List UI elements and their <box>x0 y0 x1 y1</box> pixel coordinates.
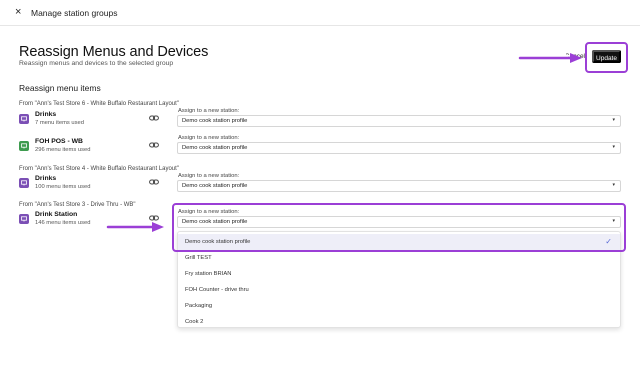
option-label: Fry station BRIAN <box>185 271 232 277</box>
station-menu-count: 100 menu items used <box>35 184 91 190</box>
station-name: FOH POS - WB <box>35 138 83 145</box>
dropdown-option[interactable]: FOH Counter - drive thru <box>178 282 620 298</box>
group-from-label: From "Ann's Test Store 6 - White Buffalo… <box>19 101 179 107</box>
select-value: Demo cook station profile <box>182 118 248 124</box>
select-value: Demo cook station profile <box>182 183 248 189</box>
page-title: Reassign Menus and Devices <box>19 44 209 60</box>
station-name: Drinks <box>35 111 57 118</box>
annotation-arrow-assign <box>106 222 164 232</box>
page-subtitle: Reassign menus and devices to the select… <box>19 60 174 67</box>
dialog-title: Manage station groups <box>31 8 118 18</box>
dropdown-option[interactable]: Fry station BRIAN <box>178 266 620 282</box>
caret-down-icon: ▾ <box>612 117 615 123</box>
monitor-icon <box>19 114 29 124</box>
assign-label: Assign to a new station: <box>178 135 240 141</box>
update-highlight-box <box>585 42 628 73</box>
group-from-label: From "Ann's Test Store 3 - Drive Thru - … <box>19 202 136 208</box>
dialog-header: × Manage station groups <box>0 0 640 26</box>
caret-down-icon: ▾ <box>612 144 615 150</box>
group-from-label: From "Ann's Test Store 4 - White Buffalo… <box>19 166 179 172</box>
close-icon[interactable]: × <box>15 7 21 18</box>
link-icon[interactable] <box>149 178 159 186</box>
assign-highlight-box <box>172 203 626 252</box>
monitor-icon <box>19 178 29 188</box>
station-select[interactable]: Demo cook station profile ▾ <box>177 142 621 154</box>
station-select[interactable]: Demo cook station profile ▾ <box>177 115 621 127</box>
monitor-icon <box>19 214 29 224</box>
dropdown-option[interactable]: Cook 2 <box>178 314 620 330</box>
link-icon[interactable] <box>149 114 159 122</box>
link-icon[interactable] <box>149 141 159 149</box>
section-heading: Reassign menu items <box>19 83 101 93</box>
station-name: Drink Station <box>35 211 78 218</box>
station-menu-count: 146 menu items used <box>35 220 91 226</box>
station-name: Drinks <box>35 175 57 182</box>
monitor-icon <box>19 141 29 151</box>
select-value: Demo cook station profile <box>182 145 248 151</box>
dropdown-option[interactable]: Packaging <box>178 298 620 314</box>
annotation-arrow-update <box>518 53 582 63</box>
station-menu-count: 7 menu items used <box>35 120 84 126</box>
option-label: Packaging <box>185 303 213 309</box>
station-row: Drinks 100 menu items used <box>19 175 159 195</box>
option-label: Cook 2 <box>185 319 204 325</box>
assign-label: Assign to a new station: <box>178 108 240 114</box>
option-label: FOH Counter - drive thru <box>185 287 249 293</box>
caret-down-icon: ▾ <box>612 182 615 188</box>
dropdown-option[interactable]: Grill TEST <box>178 250 620 266</box>
option-label: Grill TEST <box>185 255 212 261</box>
station-row: Drinks 7 menu items used <box>19 111 159 131</box>
station-select[interactable]: Demo cook station profile ▾ <box>177 180 621 192</box>
station-menu-count: 296 menu items used <box>35 147 91 153</box>
assign-label: Assign to a new station: <box>178 173 240 179</box>
station-row: FOH POS - WB 296 menu items used <box>19 138 159 158</box>
